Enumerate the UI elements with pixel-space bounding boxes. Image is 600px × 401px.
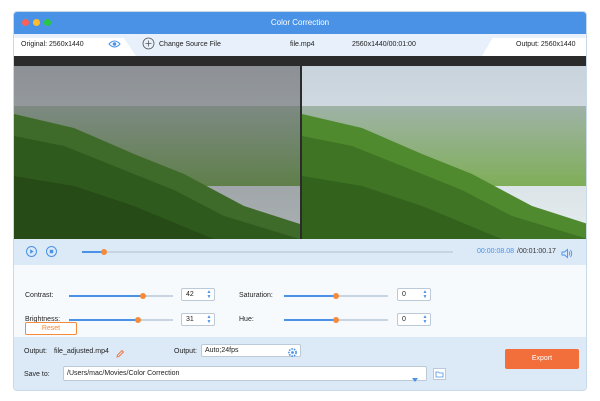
hue-slider-handle[interactable] [333, 317, 339, 323]
stepper-arrows-icon[interactable]: ▲ ▼ [206, 290, 212, 300]
original-resolution-label: Original: 2560x1440 [21, 41, 84, 48]
stop-icon[interactable] [46, 246, 57, 257]
chevron-down-icon[interactable] [411, 370, 419, 388]
source-file-name: file.mp4 [290, 41, 315, 48]
total-time: /00:01:00.17 [517, 248, 556, 255]
output-format-value: Auto;24fps [205, 347, 239, 354]
stepper-arrows-icon[interactable]: ▲ ▼ [422, 290, 428, 300]
pencil-icon[interactable] [115, 346, 125, 364]
window-title: Color Correction [270, 18, 330, 27]
color-correction-window: Color Correction Original: 2560x1440 Cha… [13, 11, 587, 391]
adjustment-panel: Contrast: 42 ▲ ▼ Brightness: 31 ▲ ▼ Satura… [14, 265, 586, 337]
output-format-field[interactable]: Auto;24fps [201, 344, 301, 357]
hue-value: 0 [402, 316, 406, 323]
output-resolution-label: Output: 2560x1440 [516, 41, 576, 48]
output-format-label: Output: [174, 348, 197, 355]
export-button[interactable]: Export [505, 349, 579, 369]
minimize-window-button[interactable] [33, 19, 40, 26]
output-file-name: file_adjusted.mp4 [54, 348, 109, 355]
output-preview-pane [302, 66, 586, 239]
saturation-label: Saturation: [239, 292, 273, 299]
brightness-slider-handle[interactable] [134, 317, 141, 323]
playback-controls: 00:00:08.08 /00:01:00.17 [14, 239, 586, 265]
save-path-value: /Users/mac/Movies/Color Correction [67, 370, 180, 377]
source-file-meta: 2560x1440/00:01:00 [352, 41, 416, 48]
add-circle-icon[interactable] [142, 37, 155, 52]
title-bar: Color Correction [14, 12, 586, 34]
close-window-button[interactable] [22, 19, 29, 26]
output-settings: Output: file_adjusted.mp4 Output: Auto;2… [14, 337, 586, 390]
hue-label: Hue: [239, 316, 254, 323]
playback-track[interactable] [82, 251, 453, 253]
saturation-slider-handle[interactable] [333, 293, 339, 299]
brightness-slider-fill [69, 319, 138, 321]
video-preview [14, 56, 586, 239]
stepper-arrows-icon[interactable]: ▲ ▼ [422, 315, 428, 325]
eye-icon[interactable] [108, 39, 121, 51]
saturation-stepper[interactable]: 0 ▲ ▼ [397, 288, 431, 301]
info-bar: Original: 2560x1440 Change Source File f… [14, 34, 586, 56]
playback-handle[interactable] [101, 249, 108, 255]
contrast-label: Contrast: [25, 292, 54, 299]
saturation-value: 0 [402, 291, 406, 298]
hue-stepper[interactable]: 0 ▲ ▼ [397, 313, 431, 326]
folder-icon[interactable] [433, 367, 446, 385]
volume-icon[interactable] [561, 246, 573, 264]
play-icon[interactable] [26, 246, 37, 257]
save-path-field[interactable]: /Users/mac/Movies/Color Correction [63, 366, 427, 381]
output-label: Output: [24, 348, 47, 355]
save-to-label: Save to: [24, 371, 50, 378]
zoom-window-button[interactable] [44, 19, 51, 26]
saturation-slider-fill [284, 295, 336, 297]
brightness-stepper[interactable]: 31 ▲ ▼ [181, 313, 215, 326]
contrast-slider-handle[interactable] [139, 293, 146, 299]
change-source-file-button[interactable]: Change Source File [159, 41, 221, 48]
contrast-stepper[interactable]: 42 ▲ ▼ [181, 288, 215, 301]
contrast-value: 42 [186, 291, 194, 298]
reset-button[interactable]: Reset [25, 322, 77, 335]
stepper-arrows-icon[interactable]: ▲ ▼ [206, 315, 212, 325]
contrast-slider-fill [69, 295, 143, 297]
current-time: 00:00:08.08 [477, 248, 514, 255]
original-preview-pane [14, 66, 300, 239]
hue-slider-fill [284, 319, 336, 321]
gear-icon[interactable] [287, 345, 298, 363]
brightness-value: 31 [186, 316, 194, 323]
